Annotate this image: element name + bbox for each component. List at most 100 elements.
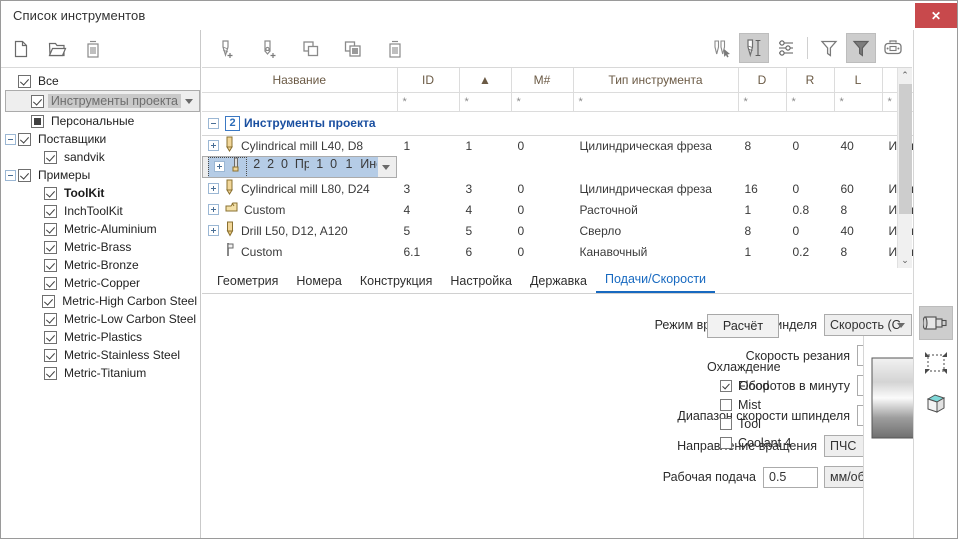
funnel-filled-icon[interactable] bbox=[846, 33, 876, 63]
tree-item-checkbox[interactable] bbox=[44, 223, 57, 236]
scroll-up-arrow[interactable]: ⌃ bbox=[898, 68, 912, 83]
cell-type[interactable]: Проходной bbox=[289, 157, 310, 178]
cell-l[interactable]: 8 bbox=[834, 241, 882, 262]
row-expander-icon[interactable] bbox=[208, 225, 219, 236]
filter-cell-1[interactable]: * bbox=[397, 92, 459, 111]
cell-m[interactable]: 0 bbox=[511, 178, 573, 199]
cell-type[interactable]: Цилиндрическая фреза bbox=[573, 135, 738, 156]
row-expander-icon[interactable] bbox=[214, 161, 225, 172]
cell-sort[interactable]: 5 bbox=[459, 220, 511, 241]
tree-item-checkbox[interactable] bbox=[44, 367, 57, 380]
tree-item-checkbox[interactable] bbox=[44, 241, 57, 254]
tree-item-metric-high-carbon-steel[interactable]: Metric-High Carbon Steel bbox=[5, 292, 200, 310]
coolant-option-mist[interactable]: Mist bbox=[707, 398, 837, 412]
column-header-0[interactable]: Название bbox=[202, 68, 397, 92]
cell-d[interactable]: 1 bbox=[310, 157, 324, 178]
cell-d[interactable]: 1 bbox=[738, 199, 786, 220]
column-header-1[interactable]: ID bbox=[397, 68, 459, 92]
paste-icon[interactable] bbox=[338, 34, 368, 64]
tree-item-metric-copper[interactable]: Metric-Copper bbox=[5, 274, 200, 292]
tree-item-checkbox[interactable] bbox=[18, 75, 31, 88]
filter-cell-0[interactable] bbox=[202, 92, 397, 111]
cell-d[interactable]: 8 bbox=[738, 220, 786, 241]
table-row[interactable]: Custom440Расточной10.88Инструмент… bbox=[202, 199, 958, 220]
tree-item-metric-bronze[interactable]: Metric-Bronze bbox=[5, 256, 200, 274]
filter-cell-2[interactable]: * bbox=[459, 92, 511, 111]
tool-table-scrollbar[interactable]: ⌃ ⌄ bbox=[897, 68, 912, 268]
iso-cube-view-icon[interactable] bbox=[919, 386, 953, 420]
cell-l[interactable]: 8 bbox=[834, 199, 882, 220]
table-row[interactable]: Cylindrical mill L80, D24330Цилиндрическ… bbox=[202, 178, 958, 199]
fit-to-window-icon[interactable] bbox=[919, 346, 953, 380]
filter-cell-7[interactable]: * bbox=[834, 92, 882, 111]
row-expander-icon[interactable] bbox=[208, 183, 219, 194]
filter-cell-4[interactable]: * bbox=[573, 92, 738, 111]
settings-sliders-icon[interactable] bbox=[771, 33, 801, 63]
tree-item-checkbox[interactable] bbox=[44, 205, 57, 218]
cell-m[interactable]: 0 bbox=[511, 199, 573, 220]
tab-номера[interactable]: Номера bbox=[287, 271, 350, 293]
tree-item--[interactable]: Инструменты проекта bbox=[5, 90, 200, 112]
table-row[interactable]: Custom6.160Канавочный10.28Инструмент… bbox=[202, 241, 958, 262]
column-header-3[interactable]: M# bbox=[511, 68, 573, 92]
tool-table-body[interactable]: 2Инструменты проектаCylindrical mill L40… bbox=[202, 111, 958, 262]
column-header-6[interactable]: R bbox=[786, 68, 834, 92]
copy-icon[interactable] bbox=[296, 34, 326, 64]
table-row[interactable]: Cylindrical mill L40, D8110Цилиндрическа… bbox=[202, 135, 958, 156]
cell-sort[interactable]: 2 bbox=[261, 157, 275, 178]
cell-r[interactable]: 0 bbox=[786, 135, 834, 156]
tree-item-checkbox[interactable] bbox=[44, 259, 57, 272]
filter-cell-5[interactable]: * bbox=[738, 92, 786, 111]
cell-type[interactable]: Сверло bbox=[573, 220, 738, 241]
tree-item-checkbox[interactable] bbox=[18, 133, 31, 146]
tree-item-checkbox[interactable] bbox=[31, 115, 44, 128]
tree-item-metric-plastics[interactable]: Metric-Plastics bbox=[5, 328, 200, 346]
tool-table-filter-row[interactable]: ******** bbox=[202, 92, 958, 111]
tree-item-checkbox[interactable] bbox=[44, 151, 57, 164]
tree-expander-icon[interactable] bbox=[5, 170, 16, 181]
tree-item-metric-stainless-steel[interactable]: Metric-Stainless Steel bbox=[5, 346, 200, 364]
cell-d[interactable]: 16 bbox=[738, 178, 786, 199]
cell-id[interactable]: 6.1 bbox=[397, 241, 459, 262]
delete-trash-icon[interactable] bbox=[380, 34, 410, 64]
table-row[interactable]: IC16 Re0.2 R Проходной tool220Проходной1… bbox=[202, 156, 397, 178]
coolant-option-flood[interactable]: Flood bbox=[707, 379, 837, 393]
cell-sort[interactable]: 6 bbox=[459, 241, 511, 262]
tree-item-metric-titanium[interactable]: Metric-Titanium bbox=[5, 364, 200, 382]
cell-id[interactable]: 2 bbox=[247, 157, 261, 178]
add-mill-tool-icon[interactable] bbox=[212, 34, 242, 64]
cell-m[interactable]: 0 bbox=[511, 241, 573, 262]
cell-id[interactable]: 3 bbox=[397, 178, 459, 199]
cell-name[interactable]: IC16 Re0.2 R Проходной tool bbox=[208, 157, 247, 178]
cell-d[interactable]: 1 bbox=[738, 241, 786, 262]
cell-r[interactable]: 0 bbox=[786, 178, 834, 199]
tab-державка[interactable]: Державка bbox=[521, 271, 596, 293]
coolant-checkbox[interactable] bbox=[720, 418, 732, 430]
tree-item-checkbox[interactable] bbox=[44, 313, 57, 326]
tree-item-inchtoolkit[interactable]: InchToolKit bbox=[5, 202, 200, 220]
cell-type[interactable]: Цилиндрическая фреза bbox=[573, 178, 738, 199]
coolant-option-tool[interactable]: Tool bbox=[707, 417, 837, 431]
tool-table-header-row[interactable]: НазваниеID▲M#Тип инструментаDRLИсточник bbox=[202, 68, 958, 92]
cell-source[interactable]: Инструмент… bbox=[354, 157, 378, 178]
funnel-icon[interactable] bbox=[814, 33, 844, 63]
cell-m[interactable]: 0 bbox=[275, 157, 289, 178]
calculate-button[interactable]: Расчёт bbox=[707, 314, 779, 338]
cell-sort[interactable]: 1 bbox=[459, 135, 511, 156]
tree-item-metric-low-carbon-steel[interactable]: Metric-Low Carbon Steel bbox=[5, 310, 200, 328]
row-expander-icon[interactable] bbox=[208, 204, 219, 215]
tree-expander-icon[interactable] bbox=[5, 134, 16, 145]
column-header-4[interactable]: Тип инструмента bbox=[573, 68, 738, 92]
tree-item--[interactable]: Все bbox=[5, 72, 200, 90]
cell-r[interactable]: 0 bbox=[786, 220, 834, 241]
tab-геометрия[interactable]: Геометрия bbox=[208, 271, 287, 293]
tree-item-checkbox[interactable] bbox=[42, 295, 55, 308]
add-drill-tool-icon[interactable] bbox=[254, 34, 284, 64]
filter-cell-3[interactable]: * bbox=[511, 92, 573, 111]
cell-sort[interactable]: 3 bbox=[459, 178, 511, 199]
tree-item-toolkit[interactable]: ToolKit bbox=[5, 184, 200, 202]
cell-sort[interactable]: 4 bbox=[459, 199, 511, 220]
tool-holder-view-icon[interactable] bbox=[919, 306, 953, 340]
cell-r[interactable]: 0.2 bbox=[324, 157, 339, 178]
cell-name[interactable]: Custom bbox=[202, 199, 397, 220]
